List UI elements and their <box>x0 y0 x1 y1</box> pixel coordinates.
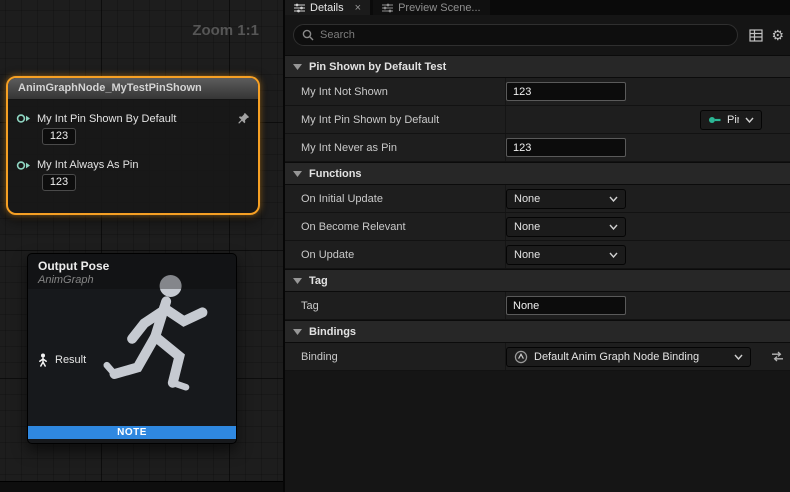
search-row: ⚙ <box>285 15 790 55</box>
close-icon[interactable]: × <box>355 2 361 14</box>
my-int-not-shown-field[interactable] <box>506 82 626 101</box>
section-header-pin-shown-test[interactable]: Pin Shown by Default Test <box>285 55 790 78</box>
node-title: AnimGraphNode_MyTestPinShown <box>18 82 248 94</box>
on-initial-update-dropdown[interactable]: None <box>506 189 626 209</box>
chevron-down-icon <box>609 252 618 258</box>
note-badge[interactable]: NOTE <box>28 426 236 439</box>
bottom-panel-edge <box>0 481 283 492</box>
tag-field[interactable] <box>506 296 626 315</box>
chevron-down-icon <box>293 278 302 284</box>
my-int-never-as-pin-field[interactable] <box>506 138 626 157</box>
node-header[interactable]: AnimGraphNode_MyTestPinShown <box>8 78 258 100</box>
on-become-relevant-dropdown[interactable]: None <box>506 217 626 237</box>
details-toolbar-icons: ⚙ <box>749 25 784 45</box>
details-empty-area <box>285 371 790 491</box>
int-pin-icon[interactable] <box>16 113 31 124</box>
property-label: On Become Relevant <box>285 213 505 240</box>
property-row: On Initial Update None <box>285 185 790 213</box>
pin-row: My Int Pin Shown By Default <box>16 112 250 125</box>
chevron-down-icon <box>293 171 302 177</box>
pin-row: My Int Always As Pin <box>16 159 250 171</box>
pin-value-field[interactable]: 123 <box>42 174 76 191</box>
dropdown-value: Pin <box>727 114 739 126</box>
search-box[interactable] <box>293 24 738 46</box>
section-header-bindings[interactable]: Bindings <box>285 320 790 343</box>
property-row: My Int Not Shown <box>285 78 790 106</box>
pin-icon <box>708 115 721 125</box>
section-header-functions[interactable]: Functions <box>285 162 790 185</box>
property-row: On Update None <box>285 241 790 269</box>
pin-visibility-dropdown[interactable]: Pin <box>700 110 762 130</box>
property-label: On Update <box>285 241 505 268</box>
result-pin-row: Result <box>37 353 86 367</box>
pin-value-field[interactable]: 123 <box>42 128 76 145</box>
property-row: Tag <box>285 292 790 320</box>
swap-arrows-icon[interactable] <box>771 351 784 362</box>
dropdown-value: Default Anim Graph Node Binding <box>534 351 728 363</box>
node-body: My Int Pin Shown By Default 123 My Int A… <box>8 100 258 213</box>
dropdown-value: None <box>514 249 603 261</box>
property-label: My Int Not Shown <box>285 78 505 105</box>
property-row: On Become Relevant None <box>285 213 790 241</box>
tab-preview-scene[interactable]: Preview Scene... <box>373 0 490 15</box>
details-tab-icon <box>294 3 305 13</box>
preview-scene-tab-icon <box>382 3 393 13</box>
int-pin-icon[interactable] <box>16 160 31 171</box>
pushpin-icon[interactable] <box>237 112 250 125</box>
pin-label: My Int Pin Shown By Default <box>37 113 231 125</box>
property-label: On Initial Update <box>285 185 505 212</box>
result-pin-label: Result <box>55 354 86 366</box>
chevron-down-icon <box>609 196 618 202</box>
property-label: Binding <box>285 343 505 370</box>
on-update-dropdown[interactable]: None <box>506 245 626 265</box>
anim-graph-node-selected[interactable]: AnimGraphNode_MyTestPinShown My Int Pin … <box>6 76 260 215</box>
chevron-down-icon <box>293 64 302 70</box>
binding-icon <box>514 350 528 364</box>
chevron-down-icon <box>293 329 302 335</box>
zoom-level-indicator: Zoom 1:1 <box>192 22 259 39</box>
search-icon <box>302 29 314 41</box>
property-label: My Int Never as Pin <box>285 134 505 161</box>
pose-pin-icon[interactable] <box>37 353 49 367</box>
property-row: Binding Default Anim Graph Node Binding <box>285 343 790 371</box>
chevron-down-icon <box>734 354 743 360</box>
section-title: Functions <box>309 168 362 180</box>
dropdown-value: None <box>514 221 603 233</box>
property-row: My Int Pin Shown by Default Pin <box>285 106 790 134</box>
dropdown-value: None <box>514 193 603 205</box>
anim-graph-canvas[interactable]: Zoom 1:1 AnimGraphNode_MyTestPinShown My… <box>0 0 283 492</box>
property-label: Tag <box>285 292 505 319</box>
unreal-editor-window: Zoom 1:1 AnimGraphNode_MyTestPinShown My… <box>0 0 790 492</box>
section-title: Bindings <box>309 326 356 338</box>
property-row: My Int Never as Pin <box>285 134 790 162</box>
tab-bar: Details × Preview Scene... <box>285 0 790 15</box>
chevron-down-icon <box>745 117 754 123</box>
output-pose-node[interactable]: Output Pose AnimGraph Result NOTE <box>27 253 237 444</box>
pin-label: My Int Always As Pin <box>37 159 250 171</box>
display-filter-icon[interactable] <box>749 29 763 42</box>
section-title: Pin Shown by Default Test <box>309 61 446 73</box>
chevron-down-icon <box>609 224 618 230</box>
tab-label: Details <box>310 2 344 14</box>
details-panel: Details × Preview Scene... <box>283 0 790 492</box>
tab-details[interactable]: Details × <box>285 0 370 15</box>
search-input[interactable] <box>320 29 729 41</box>
section-header-tag[interactable]: Tag <box>285 269 790 292</box>
binding-dropdown[interactable]: Default Anim Graph Node Binding <box>506 347 751 367</box>
gear-icon[interactable]: ⚙ <box>771 25 784 45</box>
property-label: My Int Pin Shown by Default <box>285 106 505 133</box>
section-title: Tag <box>309 275 328 287</box>
node-title: Output Pose <box>38 259 226 273</box>
node-subtitle: AnimGraph <box>38 274 226 286</box>
tab-label: Preview Scene... <box>398 2 481 14</box>
node-header[interactable]: Output Pose AnimGraph <box>28 254 236 289</box>
